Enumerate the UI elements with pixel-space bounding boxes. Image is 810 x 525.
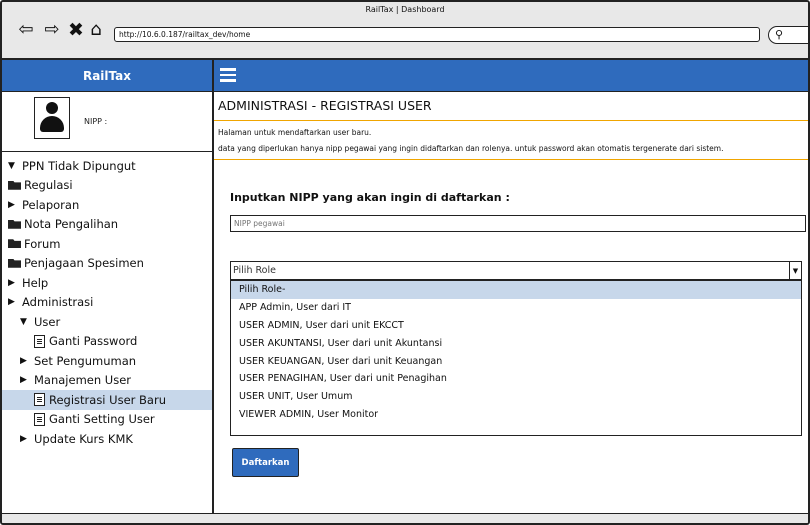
sidebar-item-ganti-password[interactable]: Ganti Password (8, 332, 214, 352)
browser-titlebar: RailTax | Dashboard ⇦ ⇨ ✖ ⌂ http://10.6.… (2, 2, 808, 60)
caret-right-icon: ▶ (20, 375, 27, 386)
sidebar-item-label: Manajemen User (34, 373, 132, 388)
caret-right-icon: ▶ (20, 355, 27, 366)
nipp-input[interactable] (230, 215, 806, 232)
sidebar-item-update-kurs-kmk[interactable]: ▶ Update Kurs KMK (8, 429, 214, 449)
divider (214, 120, 808, 121)
role-option[interactable]: APP Admin, User dari IT (231, 299, 801, 317)
document-icon (34, 412, 45, 426)
sidebar-item-help[interactable]: ▶ Help (8, 273, 214, 293)
caret-right-icon: ▶ (8, 199, 15, 210)
page-title: ADMINISTRASI - REGISTRASI USER (218, 98, 432, 113)
sidebar-item-label: Pelaporan (22, 197, 80, 212)
folder-icon (8, 180, 21, 190)
role-select-value: Pilih Role (233, 265, 276, 276)
nipp-label: NIPP : (84, 117, 108, 126)
sidebar-item-registrasi-user-baru[interactable]: Registrasi User Baru (2, 390, 212, 410)
sidebar-item-ppn-tidak-dipungut[interactable]: ▼ PPN Tidak Dipungut (8, 156, 214, 176)
user-icon-body (40, 116, 64, 132)
sidebar: RailTax NIPP : ▼ PPN Tidak Dipungut Regu… (2, 60, 214, 515)
hamburger-menu-icon[interactable] (220, 68, 236, 82)
caret-right-icon: ▶ (8, 277, 15, 288)
sidebar-item-label: Regulasi (24, 178, 73, 193)
window-title: RailTax | Dashboard (365, 5, 445, 14)
document-icon (34, 334, 45, 348)
chevron-down-icon[interactable]: ▼ (789, 261, 802, 280)
role-option[interactable]: VIEWER ADMIN, User Monitor (231, 406, 801, 424)
user-icon (46, 102, 58, 114)
role-option[interactable]: USER KEUANGAN, User dari unit Keuangan (231, 352, 801, 370)
sidebar-item-ganti-setting-user[interactable]: Ganti Setting User (8, 410, 214, 430)
sidebar-item-label: User (34, 314, 61, 329)
caret-right-icon: ▶ (20, 433, 27, 444)
sidebar-item-forum[interactable]: Forum (8, 234, 214, 254)
sidebar-item-regulasi[interactable]: Regulasi (8, 176, 214, 196)
sidebar-menu: ▼ PPN Tidak Dipungut Regulasi ▶ Pelapora… (2, 156, 214, 449)
folder-icon (8, 219, 21, 229)
sidebar-item-label: Nota Pengalihan (24, 217, 119, 232)
role-dropdown-list: Pilih Role- APP Admin, User dari IT USER… (230, 280, 802, 436)
role-option[interactable]: USER ADMIN, User dari unit EKCCT (231, 317, 801, 335)
sidebar-item-label: Forum (24, 236, 61, 251)
sidebar-item-set-pengumuman[interactable]: ▶ Set Pengumuman (8, 351, 214, 371)
browser-window: RailTax | Dashboard ⇦ ⇨ ✖ ⌂ http://10.6.… (0, 0, 810, 525)
page-description: Halaman untuk mendaftarkan user baru. (218, 128, 372, 137)
profile-panel: NIPP : (2, 92, 212, 152)
role-option[interactable]: USER PENAGIHAN, User dari unit Penagihan (231, 370, 801, 388)
sidebar-item-label: Update Kurs KMK (34, 431, 133, 446)
search-icon: ⚲ (775, 28, 784, 41)
sidebar-item-label: Penjagaan Spesimen (24, 256, 144, 271)
back-arrow-icon[interactable]: ⇦ (16, 19, 36, 41)
close-icon[interactable]: ✖ (66, 19, 86, 41)
caret-down-icon: ▼ (8, 160, 15, 171)
document-icon (34, 393, 45, 407)
caret-right-icon: ▶ (8, 297, 15, 308)
caret-down-icon: ▼ (20, 316, 27, 327)
url-bar[interactable]: http://10.6.0.187/railtax_dev/home (114, 27, 760, 42)
page-description-detail: data yang diperlukan hanya nipp pegawai … (218, 144, 724, 153)
main-content: ADMINISTRASI - REGISTRASI USER Halaman u… (214, 92, 808, 515)
role-select[interactable]: Pilih Role ▼ (230, 261, 802, 280)
role-option[interactable]: USER UNIT, User Umum (231, 388, 801, 406)
avatar (34, 97, 70, 139)
folder-icon (8, 239, 21, 249)
sidebar-item-manajemen-user[interactable]: ▶ Manajemen User (8, 371, 214, 391)
sidebar-item-nota-pengalihan[interactable]: Nota Pengalihan (8, 215, 214, 235)
browser-search-field[interactable]: ⚲ (768, 26, 808, 44)
sidebar-item-label: Help (22, 275, 49, 290)
sidebar-item-administrasi[interactable]: ▶ Administrasi (8, 293, 214, 313)
sidebar-item-label: Administrasi (22, 295, 94, 310)
role-option[interactable]: Pilih Role- (231, 281, 801, 299)
sidebar-item-penjagaan-spesimen[interactable]: Penjagaan Spesimen (8, 254, 214, 274)
sidebar-item-label: Ganti Password (49, 334, 138, 349)
home-icon[interactable]: ⌂ (86, 19, 106, 41)
sidebar-item-label: Set Pengumuman (34, 353, 137, 368)
sidebar-item-label: Registrasi User Baru (49, 392, 166, 407)
sidebar-item-pelaporan[interactable]: ▶ Pelaporan (8, 195, 214, 215)
sidebar-item-user[interactable]: ▼ User (8, 312, 214, 332)
sidebar-item-label: PPN Tidak Dipungut (22, 158, 136, 173)
nipp-form-label: Inputkan NIPP yang akan ingin di daftark… (230, 191, 510, 204)
status-bar (2, 513, 808, 523)
forward-arrow-icon[interactable]: ⇨ (42, 19, 62, 41)
content-topbar (214, 60, 808, 92)
brand-title: RailTax (2, 60, 212, 92)
daftarkan-button[interactable]: Daftarkan (232, 448, 299, 477)
folder-icon (8, 258, 21, 268)
role-option[interactable]: USER AKUNTANSI, User dari unit Akuntansi (231, 334, 801, 352)
sidebar-item-label: Ganti Setting User (49, 412, 155, 427)
divider (214, 159, 808, 160)
